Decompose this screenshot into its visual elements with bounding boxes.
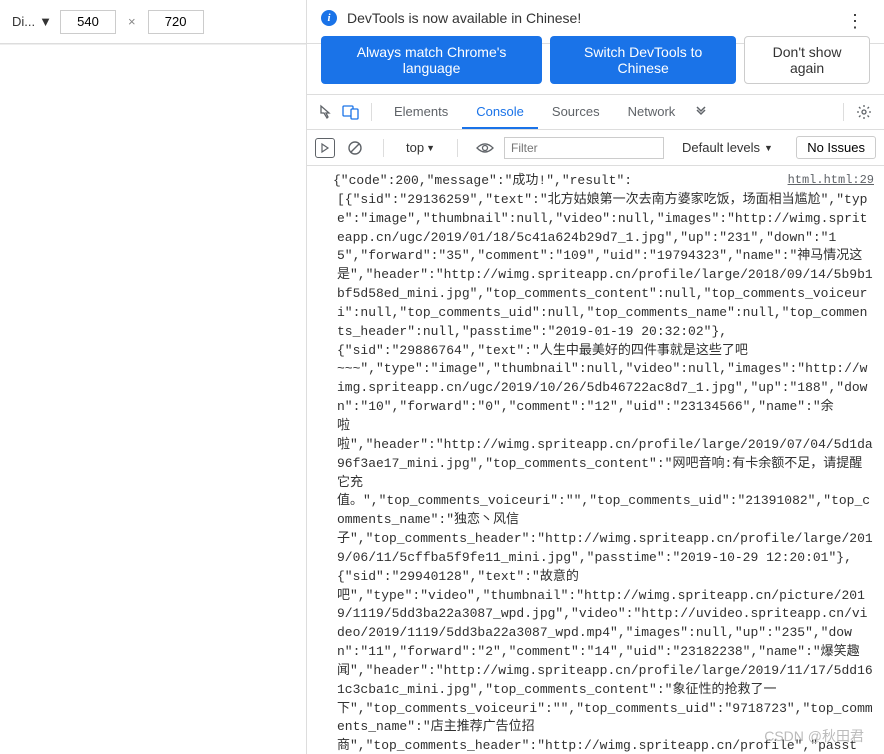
dimension-separator: ×	[128, 14, 136, 29]
separator	[457, 139, 458, 157]
tab-sources[interactable]: Sources	[538, 95, 614, 129]
device-label: Di...	[12, 14, 35, 29]
console-output[interactable]: html.html:29 {"code":200,"message":"成功!"…	[307, 166, 884, 754]
tab-network[interactable]: Network	[614, 95, 690, 129]
viewport-area	[0, 44, 306, 754]
execution-context-icon[interactable]	[315, 138, 335, 158]
source-link[interactable]: html.html:29	[788, 172, 874, 189]
always-match-button[interactable]: Always match Chrome's language	[321, 36, 542, 84]
switch-chinese-button[interactable]: Switch DevTools to Chinese	[550, 36, 736, 84]
height-input[interactable]	[148, 10, 204, 34]
log-message[interactable]: {"code":200,"message":"成功!","result": [{…	[317, 172, 874, 754]
inspect-icon[interactable]	[315, 100, 339, 124]
notice-text: DevTools is now available in Chinese!	[347, 10, 581, 26]
log-levels-selector[interactable]: Default levels ▼	[682, 140, 773, 155]
context-label: top	[406, 140, 424, 155]
tab-console[interactable]: Console	[462, 95, 538, 129]
levels-label: Default levels	[682, 140, 760, 155]
tab-elements[interactable]: Elements	[380, 95, 462, 129]
width-input[interactable]	[60, 10, 116, 34]
live-expression-icon[interactable]	[476, 141, 494, 155]
dont-show-button[interactable]: Don't show again	[744, 36, 870, 84]
separator	[371, 103, 372, 121]
gear-icon[interactable]	[852, 100, 876, 124]
more-tabs-icon[interactable]	[689, 100, 713, 124]
clear-console-icon[interactable]	[345, 138, 365, 158]
info-icon: i	[321, 10, 337, 26]
chevron-down-icon: ▼	[39, 14, 52, 29]
filter-input[interactable]	[504, 137, 664, 159]
device-toggle-icon[interactable]	[339, 100, 363, 124]
device-select[interactable]: Di... ▼	[12, 14, 52, 29]
context-selector[interactable]: top ▼	[402, 140, 439, 155]
language-notice: i DevTools is now available in Chinese!	[307, 0, 884, 36]
separator	[843, 103, 844, 121]
chevron-down-icon: ▼	[426, 143, 435, 153]
issues-button[interactable]: No Issues	[796, 136, 876, 159]
chevron-down-icon: ▼	[764, 143, 773, 153]
separator	[383, 139, 384, 157]
